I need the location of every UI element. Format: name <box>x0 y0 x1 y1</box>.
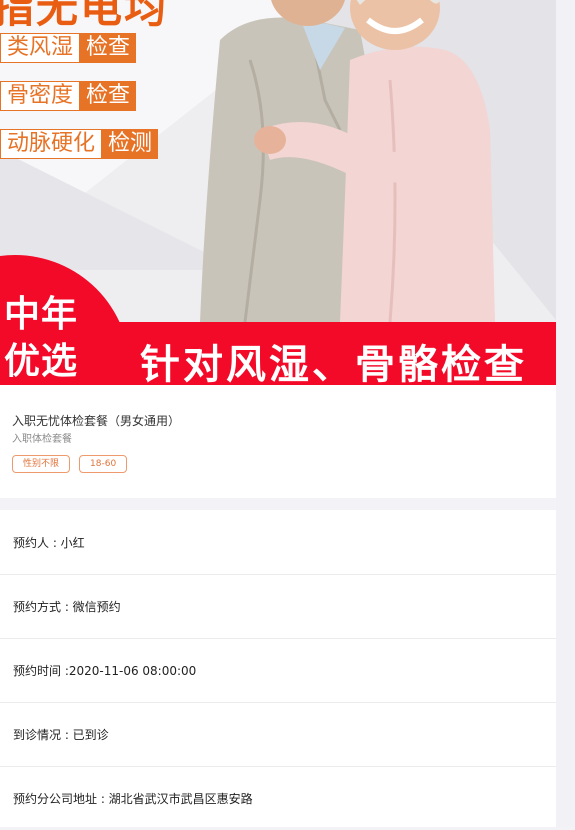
tag-light-text: 类风湿 <box>0 33 81 63</box>
right-gutter <box>556 0 575 827</box>
package-chips: 性别不限 18-60 <box>12 455 128 473</box>
band-slogan: 针对风湿、骨骼检查 <box>140 342 527 385</box>
tag-dark-text: 检查 <box>80 81 137 111</box>
detail-row-booker: 预约人 : 小红 <box>0 510 556 575</box>
tag-dark-text: 检测 <box>102 129 159 159</box>
tag-light-text: 动脉硬化 <box>0 129 103 159</box>
elderly-couple-photo <box>200 0 495 322</box>
gender-chip: 性别不限 <box>12 455 71 473</box>
age-range-chip: 18-60 <box>79 455 128 473</box>
circle-line-1: 中年 <box>4 294 79 335</box>
banner-tag-arteriosclerosis: 动脉硬化 检测 <box>0 129 159 159</box>
page: 指无电均 类风湿 检查 骨密度 检查 动脉硬化 检测 中年 优选 针对风湿、骨骼… <box>0 0 556 827</box>
package-title: 入职无忧体检套餐（男女通用） <box>12 414 181 428</box>
detail-row-branch-address: 预约分公司地址 : 湖北省武汉市武昌区惠安路 <box>0 766 556 830</box>
detail-row-method: 预约方式 : 微信预约 <box>0 574 556 639</box>
appointment-details: 预约人 : 小红 预约方式 : 微信预约 预约时间 :2020-11-06 08… <box>0 510 556 827</box>
package-card: 入职无忧体检套餐（男女通用） 入职体检套餐 性别不限 18-60 <box>0 385 556 498</box>
detail-text: 到诊情况 : 已到诊 <box>13 728 109 742</box>
detail-text: 预约时间 :2020-11-06 08:00:00 <box>13 664 197 678</box>
tag-dark-text: 检查 <box>80 33 137 63</box>
package-subtitle: 入职体检套餐 <box>12 434 72 445</box>
promo-banner: 指无电均 类风湿 检查 骨密度 检查 动脉硬化 检测 中年 优选 针对风湿、骨骼… <box>0 0 556 385</box>
banner-headline: 指无电均 <box>0 0 169 32</box>
tag-light-text: 骨密度 <box>0 81 81 111</box>
detail-text: 预约分公司地址 : 湖北省武汉市武昌区惠安路 <box>13 792 253 806</box>
detail-text: 预约方式 : 微信预约 <box>13 600 121 614</box>
banner-tag-bone-density: 骨密度 检查 <box>0 81 137 111</box>
circle-line-2: 优选 <box>4 341 79 382</box>
detail-row-time: 预约时间 :2020-11-06 08:00:00 <box>0 638 556 703</box>
detail-row-visit-status: 到诊情况 : 已到诊 <box>0 702 556 767</box>
banner-tag-rheumatoid: 类风湿 检查 <box>0 33 137 63</box>
detail-text: 预约人 : 小红 <box>13 536 85 550</box>
